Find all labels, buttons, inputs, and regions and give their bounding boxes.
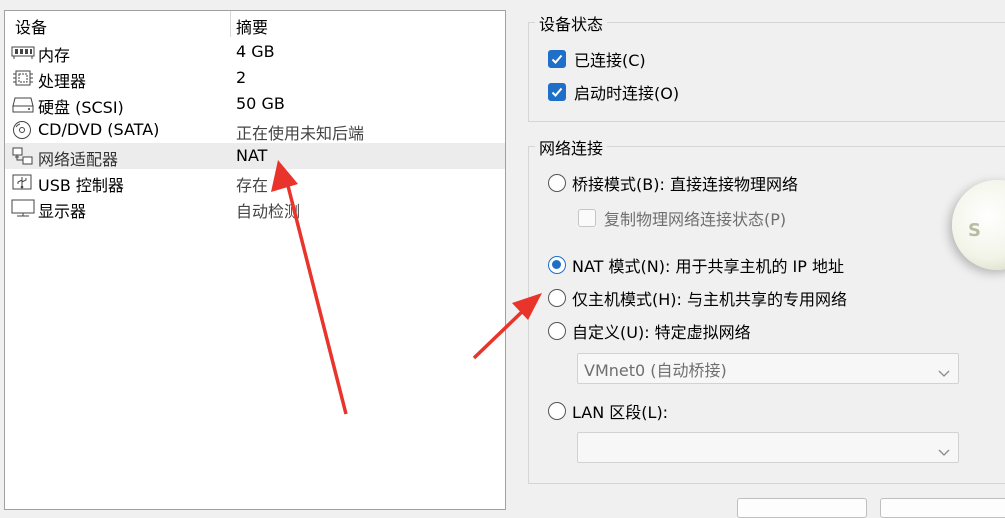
device-name: 硬盘 (SCSI) [38,98,124,117]
radio-unselected-icon[interactable] [548,289,566,307]
connected-label: 已连接(C) [574,51,646,70]
custom-network-label: 自定义(U): 特定虚拟网络 [572,323,751,342]
memory-icon [11,42,35,62]
hard-disk-icon [11,94,35,114]
device-name: 内存 [38,46,71,65]
replicate-state-checkbox[interactable]: 复制物理网络连接状态(P) [578,206,786,230]
advanced-button[interactable] [880,498,1005,518]
custom-network-select[interactable]: VMnet0 (自动桥接) [577,353,959,384]
connect-at-poweron-checkbox[interactable]: 启动时连接(O) [548,80,679,104]
connected-checkbox[interactable]: 已连接(C) [548,47,646,71]
bridged-mode-label: 桥接模式(B): 直接连接物理网络 [572,175,798,194]
network-connection-title: 网络连接 [535,135,608,159]
radio-unselected-icon[interactable] [548,174,566,192]
radio-unselected-icon[interactable] [548,402,566,420]
device-summary: NAT [236,146,268,165]
connect-at-poweron-label: 启动时连接(O) [574,84,680,103]
device-status-title: 设备状态 [535,11,608,35]
device-name: CD/DVD (SATA) [38,120,160,139]
processor-icon [11,68,35,88]
cd-dvd-icon [11,120,35,140]
device-row-usb[interactable]: USB 控制器 存在 [5,169,505,195]
radio-unselected-icon[interactable] [548,322,566,340]
device-row-network-adapter[interactable]: 网络适配器 NAT [5,143,505,169]
custom-network-select-value: VMnet0 (自动桥接) [584,360,727,380]
chevron-down-icon [938,442,950,461]
device-summary: 2 [236,68,247,87]
device-summary: 自动检测 [236,202,301,221]
radio-selected-icon[interactable] [548,256,566,274]
usb-icon [11,172,35,192]
device-status-group: 设备状态 已连接(C) 启动时连接(O) [528,11,1005,122]
device-summary: 4 GB [236,42,275,61]
device-rows: 内存 4 GB 处理器 2 硬盘 (SCSI) 50 GB CD/DVD (SA… [5,39,505,221]
segments-button[interactable] [737,498,867,518]
device-name: 网络适配器 [38,150,119,169]
checkbox-unchecked-icon[interactable] [578,209,596,227]
nat-mode-label: NAT 模式(N): 用于共享主机的 IP 地址 [572,257,845,276]
device-row-memory[interactable]: 内存 4 GB [5,39,505,65]
device-name: USB 控制器 [38,176,124,195]
lan-segment-label: LAN 区段(L): [572,403,669,422]
bridged-mode-radio[interactable]: 桥接模式(B): 直接连接物理网络 [548,171,798,195]
device-name: 处理器 [38,72,87,91]
network-connection-group: 网络连接 桥接模式(B): 直接连接物理网络 复制物理网络连接状态(P) NAT… [528,135,1005,484]
custom-network-radio[interactable]: 自定义(U): 特定虚拟网络 [548,319,751,343]
device-row-processor[interactable]: 处理器 2 [5,65,505,91]
column-divider[interactable] [230,11,231,37]
lan-segment-select[interactable] [577,432,959,463]
network-adapter-icon [11,146,35,166]
device-table-header: 设备 摘要 [5,11,505,37]
nat-mode-radio[interactable]: NAT 模式(N): 用于共享主机的 IP 地址 [548,253,844,277]
column-header-summary[interactable]: 摘要 [236,14,268,38]
device-summary: 50 GB [236,94,285,113]
device-summary: 正在使用未知后端 [236,124,365,143]
host-only-mode-label: 仅主机模式(H): 与主机共享的专用网络 [572,290,847,309]
device-row-cd-dvd[interactable]: CD/DVD (SATA) 正在使用未知后端 [5,117,505,143]
checkbox-checked-icon[interactable] [548,50,566,68]
device-summary: 存在 [236,176,269,195]
chevron-down-icon [938,363,950,382]
lan-segment-radio[interactable]: LAN 区段(L): [548,399,668,423]
device-row-hard-disk[interactable]: 硬盘 (SCSI) 50 GB [5,91,505,117]
device-row-display[interactable]: 显示器 自动检测 [5,195,505,221]
device-list-panel: 设备 摘要 内存 4 GB 处理器 2 硬盘 (SCSI) 50 GB CD/D… [4,10,506,510]
device-name: 显示器 [38,202,87,221]
host-only-mode-radio[interactable]: 仅主机模式(H): 与主机共享的专用网络 [548,286,847,310]
checkbox-checked-icon[interactable] [548,83,566,101]
replicate-state-label: 复制物理网络连接状态(P) [604,210,787,229]
column-header-device[interactable]: 设备 [15,14,47,38]
display-icon [11,198,35,218]
